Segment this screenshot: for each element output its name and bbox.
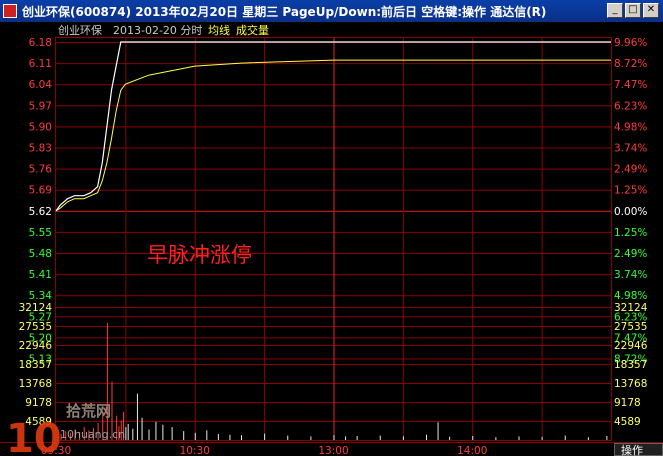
percent-tick: 0.00% (614, 206, 647, 218)
price-tick: 5.90 (29, 121, 52, 133)
percent-axis: 9.96% 8.72% 7.47% 6.23% 4.98% 3.74% 2.49% 1.25%… (614, 37, 647, 366)
price-tick: 5.69 (29, 185, 52, 197)
time-tick: 14:00 (457, 445, 487, 456)
watermark-number: 10 (6, 416, 62, 456)
watermark-site: 拾荒网 (66, 402, 111, 420)
volume-tick-left: 9178 (25, 397, 52, 409)
price-tick: 5.97 (29, 100, 52, 112)
price-axis: 6.18 6.11 6.04 5.97 5.90 5.83 5.76 5.69 5.62 5.55… (29, 37, 53, 366)
volume-tick-right: 4589 (614, 416, 641, 428)
percent-tick: 8.72% (614, 58, 647, 70)
price-tick: 5.55 (29, 227, 52, 239)
percent-tick: 7.47% (614, 79, 647, 91)
action-button[interactable]: 操作 (621, 443, 643, 456)
minimize-button[interactable]: _ (607, 3, 623, 18)
percent-tick: 4.98% (614, 290, 647, 302)
price-tick: 5.83 (29, 143, 52, 155)
percent-tick: 3.74% (614, 269, 647, 281)
annotation-text: 早脉冲涨停 (147, 243, 252, 267)
volume-tick-right: 9178 (614, 397, 641, 409)
close-button[interactable]: ✕ (643, 3, 659, 18)
time-axis: 09:30 10:30 13:00 14:00 (41, 445, 488, 456)
percent-tick: 2.49% (614, 248, 647, 260)
volume-tick-left: 13768 (19, 378, 52, 390)
volume-tick-right: 18357 (614, 359, 647, 371)
intraday-chart: 创业环保 2013-02-20 分时 均线 成交量 6.18 6.11 6.04 5.… (0, 23, 663, 456)
percent-tick: 3.74% (614, 143, 647, 155)
volume-tick-right: 22946 (614, 340, 648, 352)
stock-name: 创业环保 (58, 23, 102, 37)
time-tick: 10:30 (180, 445, 210, 456)
percent-tick: 9.96% (614, 37, 647, 49)
volume-tick-right: 32124 (614, 302, 648, 314)
grid (56, 38, 611, 440)
percent-tick: 1.25% (614, 227, 647, 239)
time-tick: 13:00 (318, 445, 348, 456)
price-tick: 5.62 (29, 206, 52, 218)
percent-tick: 1.25% (614, 185, 647, 197)
price-tick: 6.11 (29, 58, 52, 70)
app-icon (3, 4, 17, 18)
price-tick: 5.48 (29, 248, 52, 260)
volume-tick-left: 32124 (19, 302, 53, 314)
price-tick: 5.41 (29, 269, 52, 281)
window-title: 创业环保(600874) 2013年02月20日 星期三 PageUp/Down… (22, 5, 547, 19)
percent-tick: 6.23% (614, 100, 647, 112)
maximize-button[interactable]: □ (625, 3, 641, 18)
volume-tick-left: 18357 (19, 359, 52, 371)
title-bar: 创业环保(600874) 2013年02月20日 星期三 PageUp/Down… (0, 0, 663, 22)
avg-legend: 均线 (208, 23, 230, 37)
volume-tick-left: 22946 (19, 340, 53, 352)
percent-tick: 4.98% (614, 121, 647, 133)
volume-legend: 成交量 (236, 23, 269, 37)
volume-tick-left: 27535 (19, 321, 52, 333)
date-label: 2013-02-20 分时 (113, 24, 202, 37)
price-tick: 6.04 (29, 79, 53, 91)
watermark-url: 10huang.cn (60, 428, 125, 441)
percent-tick: 2.49% (614, 164, 647, 176)
price-tick: 5.34 (29, 290, 53, 302)
price-tick: 6.18 (29, 37, 52, 49)
price-tick: 5.76 (29, 164, 53, 176)
volume-tick-right: 13768 (614, 378, 647, 390)
volume-tick-right: 27535 (614, 321, 647, 333)
